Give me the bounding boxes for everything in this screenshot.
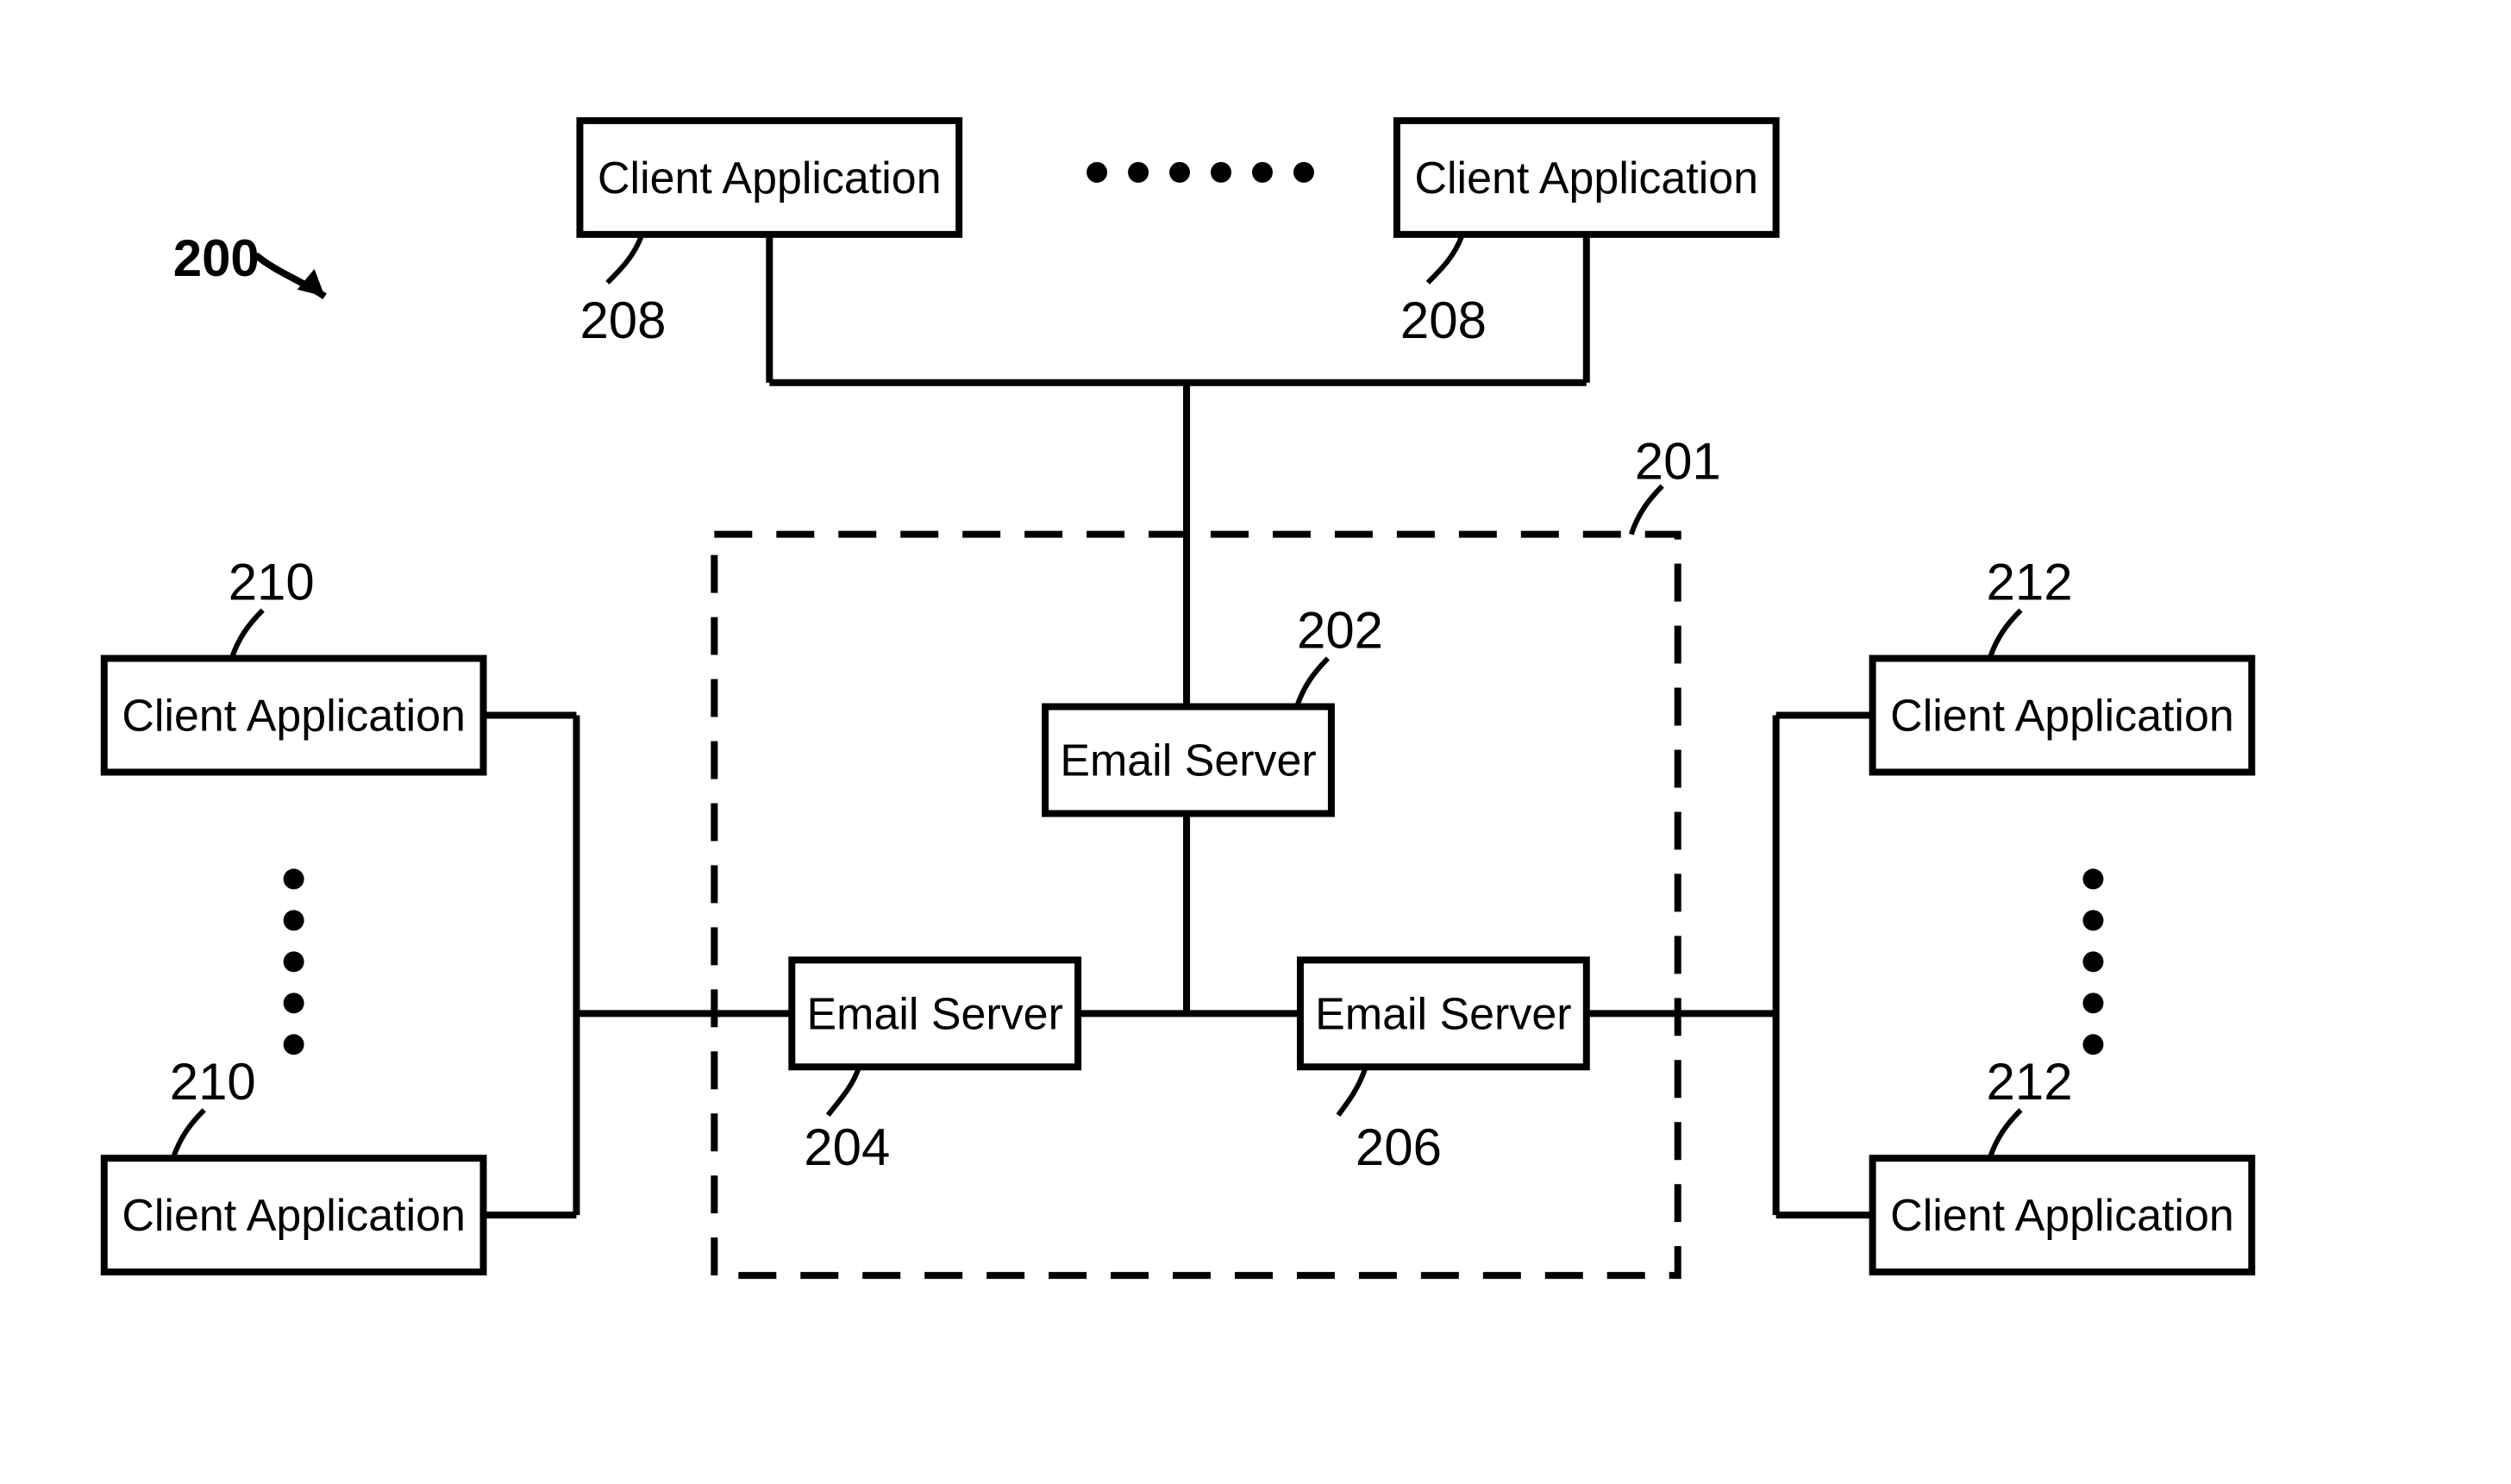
diagram-canvas: 200 Client Application 208 Client Applic… <box>0 0 2511 1484</box>
top-client-left-ref: 208 <box>579 291 666 349</box>
left-ellipsis <box>284 868 304 1055</box>
right-client-bot-ref: 212 <box>1987 1053 2073 1111</box>
email-top-ref-tick <box>1297 659 1328 707</box>
left-bus <box>484 716 792 1216</box>
email-right-label: Email Server <box>1315 989 1571 1039</box>
email-left-ref: 204 <box>804 1118 890 1176</box>
subsystem-ref: 201 <box>1635 433 1721 491</box>
subsystem-ref-tick <box>1631 486 1663 535</box>
left-client-bot-label: Client Application <box>122 1191 466 1241</box>
right-client-top-label: Client Application <box>1890 692 2234 742</box>
top-client-left-label: Client Application <box>598 153 942 204</box>
left-client-bot-ref: 210 <box>170 1053 256 1111</box>
right-ellipsis <box>2082 868 2103 1055</box>
right-bus <box>1587 716 1873 1216</box>
email-right-ref: 206 <box>1356 1118 1442 1176</box>
email-inner-bus <box>1078 813 1300 1013</box>
email-right-ref-tick <box>1338 1067 1366 1115</box>
right-client-bot-label: Client Application <box>1890 1191 2234 1241</box>
left-client-top-ref: 210 <box>229 554 315 611</box>
email-left-ref-tick <box>828 1067 859 1115</box>
left-client-bot-ref-tick <box>173 1110 204 1158</box>
top-client-left-ref-tick <box>607 235 642 283</box>
left-client-top-ref-tick <box>232 611 263 659</box>
top-client-right-ref: 208 <box>1400 291 1487 349</box>
top-ellipsis <box>1086 162 1314 183</box>
right-client-top-ref: 212 <box>1987 554 2073 611</box>
right-client-bot-ref-tick <box>1990 1110 2021 1158</box>
email-left-label: Email Server <box>807 989 1063 1039</box>
email-top-label: Email Server <box>1060 736 1316 786</box>
top-client-right-label: Client Application <box>1414 153 1758 204</box>
right-client-top-ref-tick <box>1990 611 2021 659</box>
figure-ref-label: 200 <box>173 229 260 287</box>
top-client-right-ref-tick <box>1428 235 1462 283</box>
left-client-top-label: Client Application <box>122 692 466 742</box>
email-top-ref: 202 <box>1297 602 1383 660</box>
